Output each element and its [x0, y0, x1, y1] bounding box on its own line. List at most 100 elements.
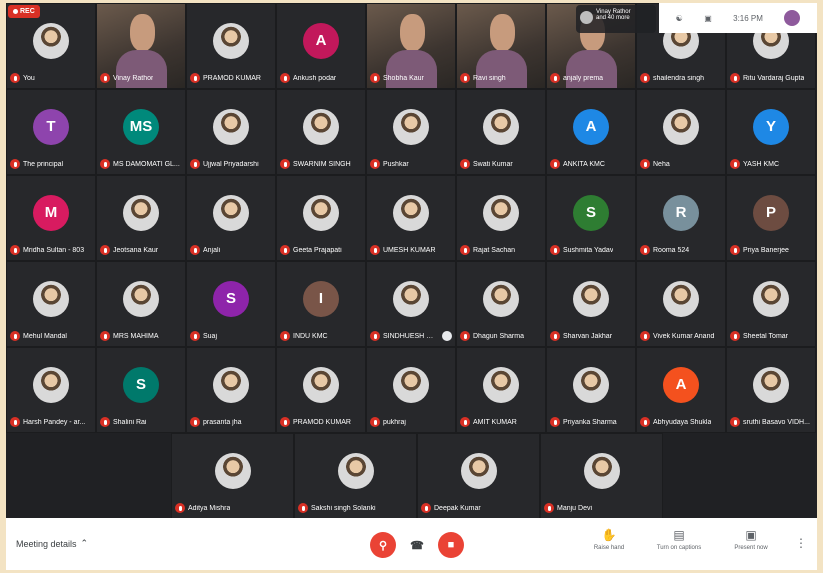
mic-muted-icon: [100, 245, 110, 255]
participant-tile[interactable]: Manju Devi: [540, 433, 663, 519]
mic-muted-icon: [370, 417, 380, 427]
camera-toggle-button[interactable]: ■: [438, 532, 464, 558]
participant-tile[interactable]: Neha: [636, 89, 726, 175]
participant-tile[interactable]: prasanta jha: [186, 347, 276, 433]
participant-tile[interactable]: Geeta Prajapati: [276, 175, 366, 261]
participant-tile[interactable]: SWARNIM SINGH: [276, 89, 366, 175]
participant-namebar: MS DAMOMATI GL...: [100, 159, 182, 169]
participant-tile[interactable]: Y YASH KMC: [726, 89, 816, 175]
raise-hand-button[interactable]: ✋ Raise hand: [586, 528, 632, 551]
participant-tile[interactable]: Sharvan Jakhar: [546, 261, 636, 347]
participant-tile[interactable]: Ravi singh: [456, 3, 546, 89]
participant-namebar: Mehul Mandal: [10, 331, 92, 341]
mic-muted-icon: [730, 73, 740, 83]
participant-namebar: prasanta jha: [190, 417, 272, 427]
participant-namebar: ANKITA KMC: [550, 159, 632, 169]
participant-namebar: PRAMOD KUMAR: [280, 417, 362, 427]
participant-tile[interactable]: A Ankush podar: [276, 3, 366, 89]
participant-tile[interactable]: Deepak Kumar: [417, 433, 540, 519]
mic-muted-icon: [10, 245, 20, 255]
participant-tile[interactable]: Jeotsana Kaur: [96, 175, 186, 261]
captions-label: Turn on captions: [656, 545, 702, 551]
camera-off-icon: ■: [447, 539, 455, 551]
participant-tile[interactable]: PRAMOD KUMAR: [186, 3, 276, 89]
participant-avatar: T: [33, 108, 69, 145]
participant-name: Vinay Rathor: [113, 74, 154, 82]
people-icon[interactable]: ☯: [676, 14, 683, 23]
participant-tile[interactable]: S Suaj: [186, 261, 276, 347]
participant-tile[interactable]: Anjali: [186, 175, 276, 261]
participant-tile[interactable]: M Mridha Sultan - 803: [6, 175, 96, 261]
mic-muted-icon: [190, 417, 200, 427]
participant-avatar: [337, 452, 374, 489]
participant-tile[interactable]: Vivek Kumar Anand: [636, 261, 726, 347]
meeting-details-label: Meeting details: [16, 538, 77, 549]
toast-line2: and 40 more: [596, 15, 630, 21]
participant-tile[interactable]: AMIT KUMAR: [456, 347, 546, 433]
participant-tile[interactable]: pukhraj: [366, 347, 456, 433]
participant-tile[interactable]: Swati Kumar: [456, 89, 546, 175]
mic-muted-icon: [421, 503, 431, 513]
participant-avatar: M: [33, 194, 69, 231]
mic-muted-icon: [190, 159, 200, 169]
participant-name: MRS MAHIMA: [113, 332, 159, 340]
participant-name: Rajat Sachan: [473, 246, 516, 254]
mic-muted-icon: [640, 245, 650, 255]
end-call-button[interactable]: ☎: [404, 532, 430, 558]
pin-icon[interactable]: [442, 331, 452, 341]
participant-name: Shobha Kaur: [383, 74, 424, 82]
participant-avatar: [483, 194, 519, 231]
participant-tile[interactable]: PRAMOD KUMAR: [276, 347, 366, 433]
more-options-icon[interactable]: ⋮: [795, 536, 807, 550]
participant-tile[interactable]: UMESH KUMAR: [366, 175, 456, 261]
participant-tile[interactable]: Priyanka Sharma: [546, 347, 636, 433]
participant-tile[interactable]: MS MS DAMOMATI GL...: [96, 89, 186, 175]
participant-namebar: Jeotsana Kaur: [100, 245, 182, 255]
mic-muted-icon: [550, 159, 560, 169]
participant-tile[interactable]: MRS MAHIMA: [96, 261, 186, 347]
mic-muted-icon: [640, 73, 650, 83]
mic-muted-icon: [730, 417, 740, 427]
participant-tile[interactable]: Rajat Sachan: [456, 175, 546, 261]
participant-name: PRAMOD KUMAR: [203, 74, 261, 82]
participant-tile[interactable]: SINDHUESH SI...: [366, 261, 456, 347]
participant-namebar: SWARNIM SINGH: [280, 159, 362, 169]
participant-tile[interactable]: A Abhyudaya Shukla: [636, 347, 726, 433]
participant-tile[interactable]: R Rooma 524: [636, 175, 726, 261]
participant-tile[interactable]: Sakshi singh Solanki: [294, 433, 417, 519]
present-button[interactable]: ▣ Present now: [728, 528, 774, 551]
participant-namebar: Priya Banerjee: [730, 245, 812, 255]
participant-tile[interactable]: Mehul Mandal: [6, 261, 96, 347]
mic-muted-icon: [370, 245, 380, 255]
participant-namebar: Ravi singh: [460, 73, 542, 83]
self-avatar[interactable]: [784, 10, 801, 26]
participant-tile[interactable]: Shobha Kaur: [366, 3, 456, 89]
participant-avatar: [753, 366, 789, 403]
participant-tile[interactable]: Pushkar: [366, 89, 456, 175]
participant-name: Sharvan Jakhar: [563, 332, 613, 340]
participant-tile[interactable]: I INDU KMC: [276, 261, 366, 347]
mic-muted-icon: [190, 73, 200, 83]
participant-namebar: Vivek Kumar Anand: [640, 331, 722, 341]
participant-tile[interactable]: P Priya Banerjee: [726, 175, 816, 261]
participant-tile[interactable]: S Sushmita Yadav: [546, 175, 636, 261]
meeting-details-button[interactable]: Meeting details ⌃: [16, 538, 88, 549]
participant-tile[interactable]: S Shalini Rai: [96, 347, 186, 433]
chat-icon[interactable]: ▣: [704, 14, 712, 23]
participant-tile[interactable]: sruthi Basavo VIDH...: [726, 347, 816, 433]
participant-tile[interactable]: Ujjwal Priyadarshi: [186, 89, 276, 175]
participant-tile[interactable]: Aditya Mishra: [171, 433, 294, 519]
participant-namebar: PRAMOD KUMAR: [190, 73, 272, 83]
participant-avatar: [393, 366, 429, 403]
participant-tile[interactable]: Dhagun Sharma: [456, 261, 546, 347]
participant-tile[interactable]: Vinay Rathor: [96, 3, 186, 89]
mic-toggle-button[interactable]: ⚲: [370, 532, 396, 558]
participant-tile[interactable]: Harsh Pandey - ar...: [6, 347, 96, 433]
participant-tile[interactable]: Sheetal Tomar: [726, 261, 816, 347]
participant-namebar: Rajat Sachan: [460, 245, 542, 255]
participant-tile[interactable]: T The principal: [6, 89, 96, 175]
participant-name: Pushkar: [383, 160, 409, 168]
participant-name: pukhraj: [383, 418, 406, 426]
captions-button[interactable]: ▤ Turn on captions: [656, 528, 702, 551]
participant-tile[interactable]: A ANKITA KMC: [546, 89, 636, 175]
